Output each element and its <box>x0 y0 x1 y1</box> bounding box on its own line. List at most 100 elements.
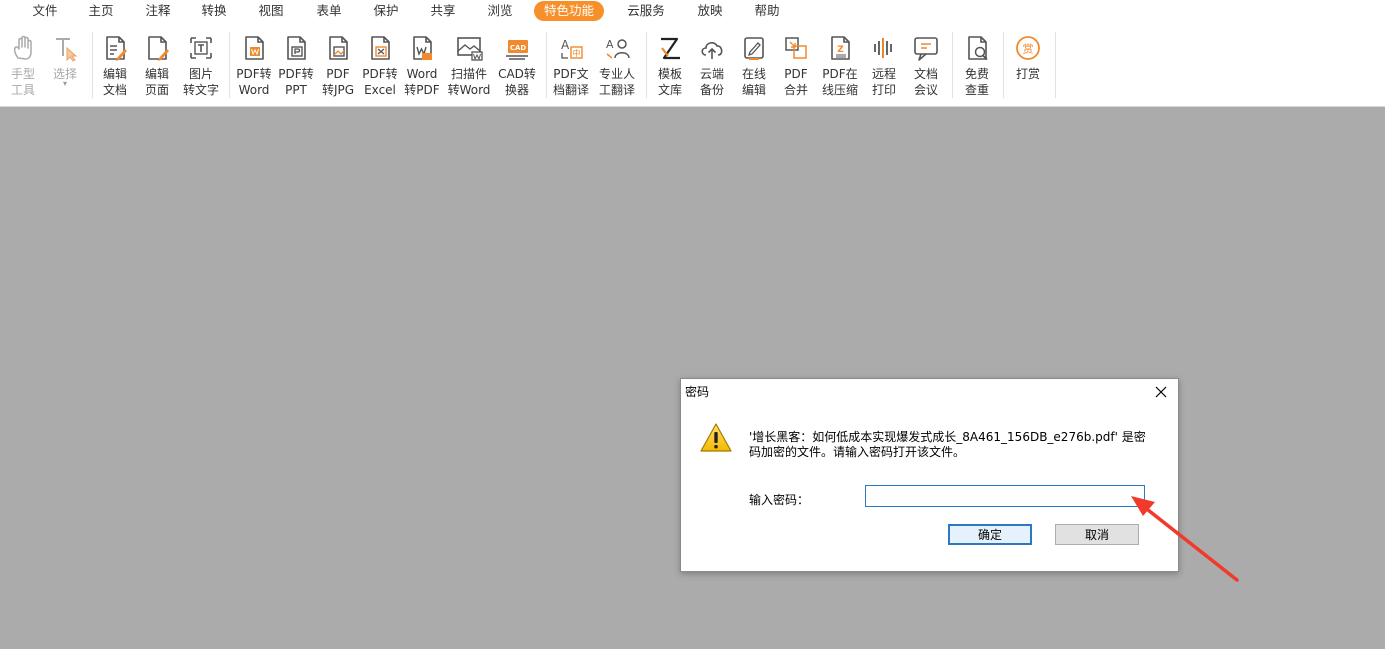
menu-item-11[interactable]: 放映 <box>687 1 732 21</box>
tool-label-line1: 远程 <box>871 67 896 81</box>
tool-label-line2: 合并 <box>783 83 808 97</box>
menu-item-5[interactable]: 表单 <box>306 1 351 21</box>
pdf-to-word-icon <box>245 36 264 60</box>
text-select-icon <box>56 38 78 62</box>
tool-plagiarism-button[interactable]: 免费 查重 <box>955 34 999 98</box>
tool-label: 专业人 工翻译 <box>599 66 635 98</box>
tool-label-line2: 查重 <box>964 83 989 97</box>
cloud-upload-icon <box>701 42 723 59</box>
cad-converter-icon: CAD <box>506 40 528 60</box>
image-to-text-icon <box>190 37 212 59</box>
menu-item-1[interactable]: 主页 <box>78 1 123 21</box>
tool-label: PDF转 Excel <box>362 66 397 98</box>
chevron-down-icon[interactable]: ▾ <box>63 80 67 88</box>
tool-label: PDF文档翻译 <box>553 66 589 98</box>
tool-cad-button[interactable]: CAD CAD转 换器 <box>495 34 539 98</box>
tool-label-line1: PDF文 <box>553 67 589 81</box>
translate-icon: A中 <box>561 38 583 59</box>
menu-item-9[interactable]: 特色功能 <box>533 1 605 21</box>
menu-item-8[interactable]: 浏览 <box>477 1 522 21</box>
tool-pdf-word-button[interactable]: PDF转 Word <box>232 34 276 98</box>
svg-text:Z: Z <box>837 45 844 55</box>
tool-label-line2: 打印 <box>871 83 896 97</box>
human-translate-icon: A <box>606 38 630 59</box>
tool-label: PDF在 线压缩 <box>822 66 858 98</box>
tool-edit-doc-button[interactable]: 编辑 文档 <box>93 34 137 98</box>
menu-item-6[interactable]: 保护 <box>363 1 408 21</box>
tool-hand-button[interactable]: 手型 工具 <box>1 34 45 98</box>
tool-label-line1: PDF转 <box>278 67 314 81</box>
ok-button[interactable]: 确定 <box>948 524 1032 545</box>
tool-label-line1: 专业人 <box>598 67 635 81</box>
toolbar-separator <box>1055 32 1056 98</box>
dialog-message: '增长黑客：如何低成本实现爆发式成长_8A461_156DB_e276b.pdf… <box>749 430 1146 459</box>
tool-label-line1: 免费 <box>964 67 989 81</box>
tool-label-line2: 转文字 <box>182 83 219 97</box>
menu-item-0[interactable]: 文件 <box>22 1 67 21</box>
hand-icon <box>13 35 32 60</box>
compress-icon: Z <box>831 36 850 60</box>
pdf-to-ppt-icon <box>287 36 306 60</box>
tool-label-line1: 手型 <box>10 67 35 81</box>
tool-label: 远程 打印 <box>872 66 896 98</box>
tool-scan-word-button[interactable]: 扫描件 转Word <box>447 34 491 98</box>
tool-pdf-ppt-button[interactable]: PDF转 PPT <box>274 34 318 98</box>
password-label: 输入密码： <box>749 493 810 507</box>
password-input[interactable] <box>865 485 1145 507</box>
tool-reward-button[interactable]: 赏打赏 <box>1006 34 1050 82</box>
password-dialog: 密码 '增长黑客：如何低成本实现爆发式成长_8A461_156DB_e276b.… <box>680 378 1179 572</box>
tool-pdf-jpg-button[interactable]: PDF 转JPG <box>316 34 360 98</box>
tool-label: Word 转PDF <box>404 66 439 98</box>
tool-label-line1: 图片 <box>188 67 213 81</box>
tool-word-pdf-button[interactable]: Word 转PDF <box>400 34 444 98</box>
tool-label: PDF转 Word <box>236 66 271 98</box>
warning-icon <box>700 423 732 452</box>
tool-label: 云端 备份 <box>700 66 724 98</box>
tool-label-line2: 转JPG <box>321 83 355 97</box>
tool-pdf-merge-button[interactable]: PDF 合并 <box>774 34 818 98</box>
tool-label-line1: PDF转 <box>236 67 272 81</box>
tool-label: 在线 编辑 <box>742 66 766 98</box>
tool-select-button[interactable]: 选择 ▾ <box>43 34 87 88</box>
tool-label-line2: 换器 <box>504 83 529 97</box>
tool-online-edit-button[interactable]: 在线 编辑 <box>732 34 776 98</box>
tool-label-line2: 档翻译 <box>552 83 589 97</box>
tool-edit-page-button[interactable]: 编辑 页面 <box>135 34 179 98</box>
tool-pdf-translate-button[interactable]: A 中 PDF文档翻译 <box>549 34 593 98</box>
menu-bar: 文件 主页 注释 转换 视图 表单 保护 共享 浏览 特色功能 云服务 放映 帮助 <box>0 0 1385 22</box>
tool-human-translate-button[interactable]: A 专业人 工翻译 <box>595 34 639 98</box>
tool-pdf-excel-button[interactable]: PDF转 Excel <box>358 34 402 98</box>
meeting-icon <box>914 37 938 61</box>
menu-item-3[interactable]: 转换 <box>191 1 236 21</box>
tool-template-button[interactable]: 模板 文库 <box>648 34 692 98</box>
dialog-close-button[interactable] <box>1150 381 1172 403</box>
tool-remote-print-button[interactable]: 远程 打印 <box>862 34 906 98</box>
tool-meeting-button[interactable]: 文档 会议 <box>904 34 948 98</box>
tool-label-line1: 打赏 <box>1015 67 1040 81</box>
tool-pdf-compress-button[interactable]: Z PDF在 线压缩 <box>818 34 862 98</box>
tool-cloud-backup-button[interactable]: 云端 备份 <box>690 34 734 98</box>
menu-item-2[interactable]: 注释 <box>135 1 180 21</box>
tool-label-line2: PPT <box>285 83 307 97</box>
online-edit-icon <box>744 37 764 60</box>
tool-img-text-button[interactable]: 图片 转文字 <box>179 34 223 98</box>
menu-item-4[interactable]: 视图 <box>248 1 293 21</box>
remote-print-icon <box>874 38 892 58</box>
menu-item-7[interactable]: 共享 <box>420 1 465 21</box>
tool-label: 手型 工具 <box>11 66 35 98</box>
tool-label: 模板 文库 <box>658 66 682 98</box>
svg-text:CAD: CAD <box>510 44 527 52</box>
tool-label-line1: 云端 <box>699 67 724 81</box>
tool-label-line2: Word <box>238 83 270 97</box>
svg-text:赏: 赏 <box>1023 43 1034 56</box>
close-icon <box>1155 386 1167 398</box>
menu-item-12[interactable]: 帮助 <box>744 1 789 21</box>
tool-label: 编辑 页面 <box>145 66 169 98</box>
pdf-to-excel-icon <box>371 36 390 60</box>
menu-item-10[interactable]: 云服务 <box>617 1 675 21</box>
tool-label-line1: PDF <box>326 67 350 81</box>
tool-label-line1: 编辑 <box>102 67 127 81</box>
tool-label-line2: 线压缩 <box>821 83 858 97</box>
check-duplicate-icon <box>968 36 988 61</box>
tool-label-line2: Excel <box>364 83 396 97</box>
